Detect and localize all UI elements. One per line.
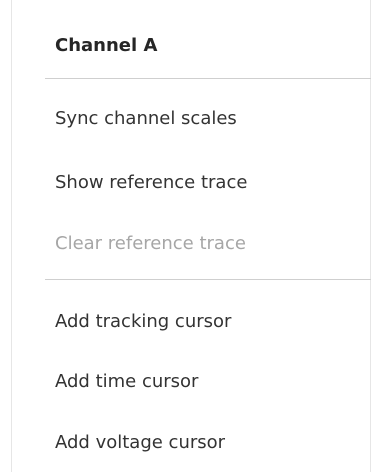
menu-header: Channel A — [55, 35, 158, 56]
menu-item-clear-reference-trace: Clear reference trace — [55, 233, 246, 254]
menu-separator — [45, 279, 371, 280]
menu-item-sync-channel-scales[interactable]: Sync channel scales — [43, 99, 363, 139]
menu-item-add-tracking-cursor[interactable]: Add tracking cursor — [43, 302, 363, 342]
menu-item-show-reference-trace[interactable]: Show reference trace — [43, 163, 363, 203]
context-menu: Channel A Sync channel scales Show refer… — [11, 0, 371, 472]
menu-separator — [45, 78, 371, 79]
menu-item-add-voltage-cursor[interactable]: Add voltage cursor — [43, 423, 363, 463]
menu-item-add-time-cursor[interactable]: Add time cursor — [43, 362, 363, 402]
